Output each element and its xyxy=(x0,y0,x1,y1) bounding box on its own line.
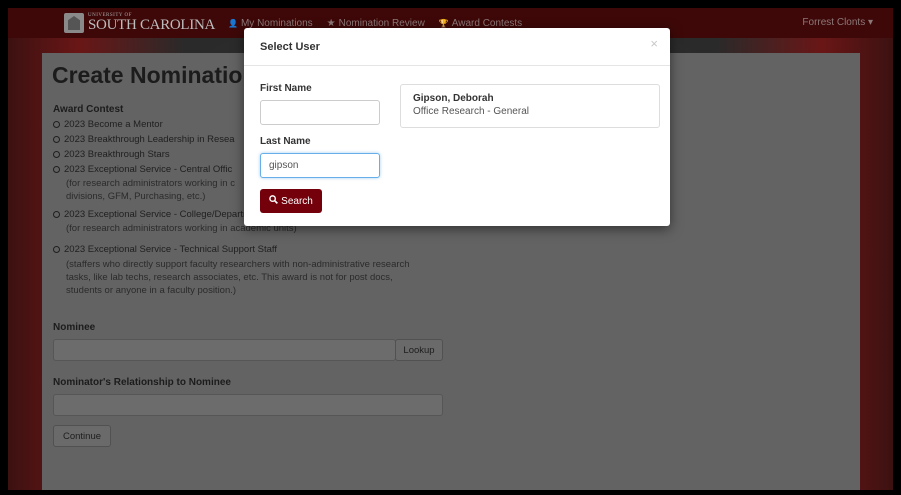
radio-icon xyxy=(53,151,60,158)
award-option[interactable]: 2023 Breakthrough Stars xyxy=(53,149,170,160)
first-name-input[interactable] xyxy=(260,100,380,125)
modal-title: Select User xyxy=(260,41,320,53)
first-name-label: First Name xyxy=(260,83,312,94)
award-option[interactable]: 2023 Exceptional Service - Technical Sup… xyxy=(53,244,277,255)
radio-icon xyxy=(53,121,60,128)
palmetto-logo-icon xyxy=(64,13,84,33)
nav-my-nominations[interactable]: 👤 My Nominations xyxy=(228,18,313,29)
user-result-item[interactable]: Gipson, Deborah Office Research - Genera… xyxy=(400,84,660,128)
option-description: (for research administrators working in … xyxy=(66,178,235,189)
search-button[interactable]: Search xyxy=(260,189,322,213)
page-title: Create Nominatio xyxy=(52,62,243,88)
nav-label: Award Contests xyxy=(451,17,523,29)
radio-icon xyxy=(53,246,60,253)
award-contest-label: Award Contest xyxy=(53,104,124,115)
nominee-label: Nominee xyxy=(53,322,96,333)
user-icon: 👤 xyxy=(228,18,238,28)
radio-icon xyxy=(53,136,60,143)
nav-nomination-review[interactable]: ★ Nomination Review xyxy=(327,18,425,29)
award-option[interactable]: 2023 Become a Mentor xyxy=(53,119,163,130)
radio-icon xyxy=(53,166,60,173)
option-description: tasks, like lab techs, research associat… xyxy=(66,272,393,283)
close-icon[interactable]: × xyxy=(650,36,658,51)
relationship-field[interactable] xyxy=(53,394,443,416)
search-button-label: Search xyxy=(281,195,313,207)
relationship-label: Nominator's Relationship to Nominee xyxy=(53,377,231,388)
nav-label: My Nominations xyxy=(240,17,313,29)
continue-button[interactable]: Continue xyxy=(53,425,111,447)
modal-header: Select User × xyxy=(244,28,670,66)
radio-icon xyxy=(53,211,60,218)
award-option[interactable]: 2023 Exceptional Service - College/Depar… xyxy=(53,209,272,220)
nav-award-contests[interactable]: 🏆 Award Contests xyxy=(439,18,522,29)
award-option[interactable]: 2023 Exceptional Service - Central Offic xyxy=(53,164,232,175)
option-description: divisions, GFM, Purchasing, etc.) xyxy=(66,191,206,202)
lookup-button[interactable]: Lookup xyxy=(395,339,443,361)
university-logo[interactable]: UNIVERSITY OF SOUTH CAROLINA xyxy=(64,13,215,33)
trophy-icon: 🏆 xyxy=(438,18,449,28)
award-option[interactable]: 2023 Breakthrough Leadership in Resea xyxy=(53,134,235,145)
result-department: Office Research - General xyxy=(413,106,529,117)
last-name-input[interactable]: gipson xyxy=(260,153,380,178)
nominee-field[interactable] xyxy=(53,339,396,361)
search-icon xyxy=(269,195,279,207)
option-description: students or anyone in a faculty position… xyxy=(66,285,237,296)
logo-big-text: SOUTH CAROLINA xyxy=(88,17,216,33)
user-menu[interactable]: Forrest Clonts ▾ xyxy=(802,17,873,28)
last-name-label: Last Name xyxy=(260,136,311,147)
star-icon: ★ xyxy=(326,17,336,29)
result-name: Gipson, Deborah xyxy=(413,93,494,104)
option-description: (staffers who directly support faculty r… xyxy=(66,259,410,270)
nav-label: Nomination Review xyxy=(338,17,425,29)
select-user-modal: Select User × First Name Last Name gipso… xyxy=(244,28,670,226)
